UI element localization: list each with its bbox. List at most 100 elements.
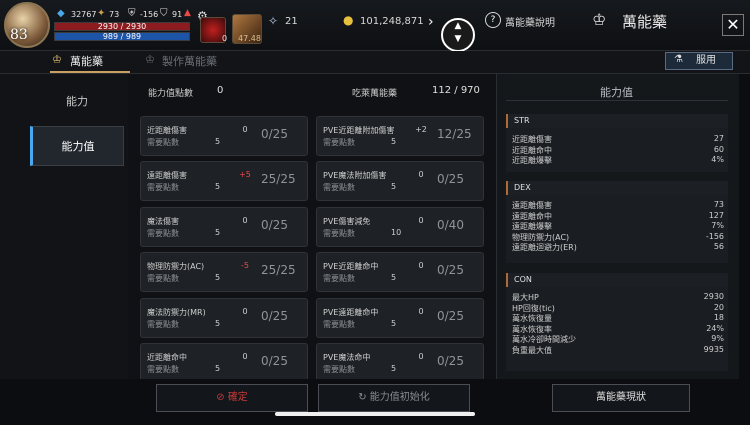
stat-1: 32767 [71,10,97,19]
stat-card-need-value: 5 [215,273,221,282]
stat-row: 物理防禦力(AC) -156 [506,232,728,243]
stat-card[interactable]: PVE魔法命中 需要點數 5 0 0/25 [316,343,484,383]
tab-active-underline [50,71,130,73]
elixir-emblem-icon: ♔ [592,10,607,29]
stat-card-name: PVE遠距離命中 [323,308,379,317]
stat-card-bonus: +2 [415,125,427,134]
points-value: 0 [217,85,224,96]
stat-card[interactable]: 近距離命中 需要點數 5 0 0/25 [140,343,308,383]
stat-card-need-value: 5 [215,364,221,373]
gem-icon: ✧ [268,14,279,28]
stat-card-bonus: 0 [242,216,248,225]
stat-row-value: 18 [713,313,724,322]
stat-card[interactable]: PVE近距離命中 需要點數 5 0 0/25 [316,252,484,292]
panel-divider [506,100,728,101]
stat-row-label: 萬水恢復量 [512,314,552,323]
stat-row-label: 遠距離迴避力(ER) [512,243,577,252]
stat-card-progress: 0/25 [261,354,288,368]
stat-card[interactable]: PVE魔法附加傷害 需要點數 5 0 0/25 [316,161,484,201]
stat-card-bonus: 0 [242,352,248,361]
stat-row-value: 9% [711,334,724,343]
stat-card[interactable]: PVE遠距離命中 需要點數 5 0 0/25 [316,298,484,338]
nav-item-ability[interactable]: 能力 [30,82,124,122]
refresh-icon: ↻ [358,392,367,403]
help-icon[interactable]: ? [485,12,501,28]
chevron-right-icon[interactable]: › [428,14,434,30]
stat-card[interactable]: 物理防禦力(AC) 需要點數 5 -5 25/25 [140,252,308,292]
stat-card-need-label: 需要點數 [147,274,179,283]
stat-card-need-label: 需要點數 [323,229,355,238]
stat-card[interactable]: 魔法傷害 需要點數 5 0 0/25 [140,207,308,247]
elixir-status-button[interactable]: 萬能藥現狀 [552,384,690,412]
chevron-down-icon: ▼ [454,34,462,44]
stat-card-need-value: 5 [391,319,397,328]
close-button[interactable]: ✕ [722,14,744,36]
stat-card[interactable]: 遠距離傷害 需要點數 5 +5 25/25 [140,161,308,201]
page-title: 萬能藥 [622,13,668,31]
stat-card-need-value: 5 [215,182,221,191]
stat-row-value: 73 [713,200,724,209]
stat-2: 73 [109,10,120,19]
stat-card-need-label: 需要點數 [147,183,179,192]
nav-item-stats[interactable]: 能力值 [30,126,124,166]
stat-row-value: 24% [706,323,724,333]
confirm-button[interactable]: ⊘ 確定 [156,384,308,412]
shield-icon: ⛉ [160,8,168,19]
mp-text: 989 / 989 [102,32,142,41]
stat-row-label: 負重最大值 [512,345,552,355]
elixir-used-value: 112 / 970 [432,85,480,96]
stat-row-value: -156 [705,231,724,241]
warning-icon: ▲ [184,8,191,18]
stat-card[interactable]: PVE傷害減免 需要點數 10 0 0/40 [316,207,484,247]
stat-card-need-value: 5 [215,319,221,328]
stat-3: -156 [140,10,159,19]
stat-row-value: 20 [713,302,724,312]
stat-card-need-value: 5 [391,137,397,146]
stat-row-label: 最大HP [512,293,539,302]
stat-card-bonus: -5 [241,261,249,270]
stat-card-need-label: 需要點數 [323,274,355,283]
stat-card[interactable]: 近距離傷害 需要點數 5 0 0/25 [140,116,308,156]
stat-row: 負重最大值 9935 [506,345,728,356]
stat-card-progress: 0/25 [261,218,288,232]
reset-label: 能力值初始化 [369,392,430,403]
stat-row-label: 近距離傷害 [512,135,552,144]
stat-card[interactable]: 魔法防禦力(MR) 需要點數 5 0 0/25 [140,298,308,338]
stat-card-bonus: 0 [242,307,248,316]
scroll-toggle-button[interactable]: ▲ ▼ [441,18,475,52]
stat-card-name: 物理防禦力(AC) [147,262,205,271]
stat-card-name: PVE近距離附加傷害 [323,126,395,135]
stat-row: 近距離爆擊 4% [506,155,728,166]
stat-row-label: 近距離命中 [512,145,552,155]
stat-card-bonus: 0 [418,216,424,225]
stat-card[interactable]: PVE近距離附加傷害 需要點數 5 +2 12/25 [316,116,484,156]
stat-card-need-label: 需要點數 [147,138,179,147]
stat-row-label: 遠距離傷害 [512,201,552,210]
str-header: STR [506,114,728,128]
stat-row-value: 60 [713,144,724,154]
stat-row-label: 遠距離命中 [512,211,552,221]
str-icon: ✦ [97,8,106,19]
stat-row-value: 4% [711,155,724,164]
stat-card-need-value: 5 [391,273,397,282]
item-slot-value: 47.48 [238,34,261,43]
stat-row-value: 127 [708,210,724,220]
stat-row-label: 萬水冷卻時間減少 [512,335,576,344]
stat-card-need-label: 需要點數 [147,229,179,238]
tab-elixir[interactable]: 萬能藥 [70,53,103,69]
stat-card-bonus: 0 [418,352,424,361]
confirm-label: 確定 [227,392,248,403]
help-label[interactable]: 萬能藥說明 [505,14,555,29]
stat-row-value: 56 [713,242,724,251]
tab-craft-elixir[interactable]: 製作萬能藥 [162,53,217,69]
stat-card-need-label: 需要點數 [323,183,355,192]
stat-card-need-value: 10 [391,228,402,237]
stat-card-need-value: 5 [215,228,221,237]
stat-card-progress: 12/25 [437,127,472,141]
reset-stats-button[interactable]: ↻ 能力值初始化 [318,384,470,412]
stat-row-label: HP回復(tic) [512,303,555,313]
stat-card-name: 近距離命中 [147,353,187,362]
stat-card-progress: 0/40 [437,218,464,232]
stat-row: 遠距離傷害 73 [506,200,728,211]
hp-text: 2930 / 2930 [97,22,147,31]
